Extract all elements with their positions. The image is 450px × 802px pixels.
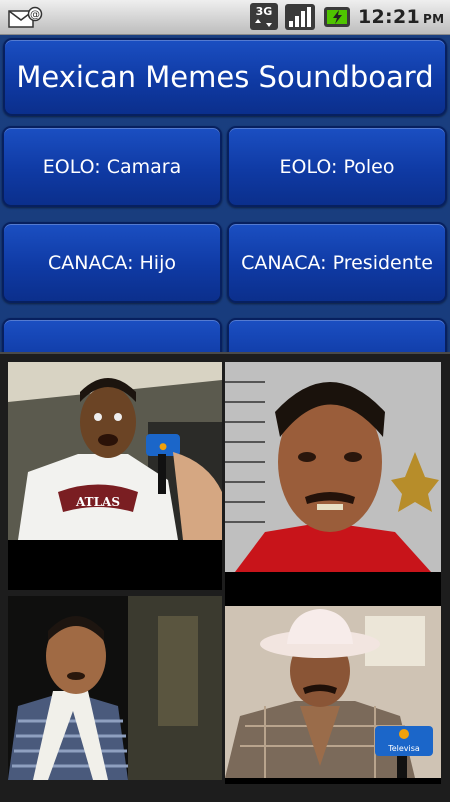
sound-button-eolo-camara[interactable]: EOLO: Camara — [2, 126, 222, 207]
battery-charging-icon — [324, 5, 352, 33]
sound-button-canaca-presidente[interactable]: CANACA: Presidente — [227, 222, 447, 303]
meme-photo-collage: ATLAS ● Televisa — [0, 352, 450, 802]
signal-strength-icon — [285, 4, 315, 34]
svg-text:@: @ — [30, 10, 40, 21]
photo-eolo: ATLAS ● — [8, 362, 222, 590]
network-label: 3G — [256, 5, 273, 18]
clock-time: 12:21 — [358, 6, 420, 28]
sound-button-eolo-poleo[interactable]: EOLO: Poleo — [227, 126, 447, 207]
sound-button-canaca-hijo[interactable]: CANACA: Hijo — [2, 222, 222, 303]
svg-text:●: ● — [159, 442, 167, 452]
photo-mugshot — [225, 362, 441, 607]
shirt-text: ATLAS — [75, 495, 120, 509]
mic-logo-text: Televisa — [387, 744, 420, 753]
mail-notification-icon: @ — [8, 6, 44, 34]
clock-ampm: PM — [422, 12, 445, 26]
status-bar: @ 3G 12:21 PM — [0, 0, 450, 35]
title-button[interactable]: Mexican Memes Soundboard — [3, 38, 447, 116]
network-3g-icon: 3G — [250, 3, 280, 35]
clock: 12:21 PM — [358, 6, 444, 28]
photo-man-scarf — [8, 596, 222, 780]
photo-canaca-hat: Televisa — [225, 606, 441, 784]
